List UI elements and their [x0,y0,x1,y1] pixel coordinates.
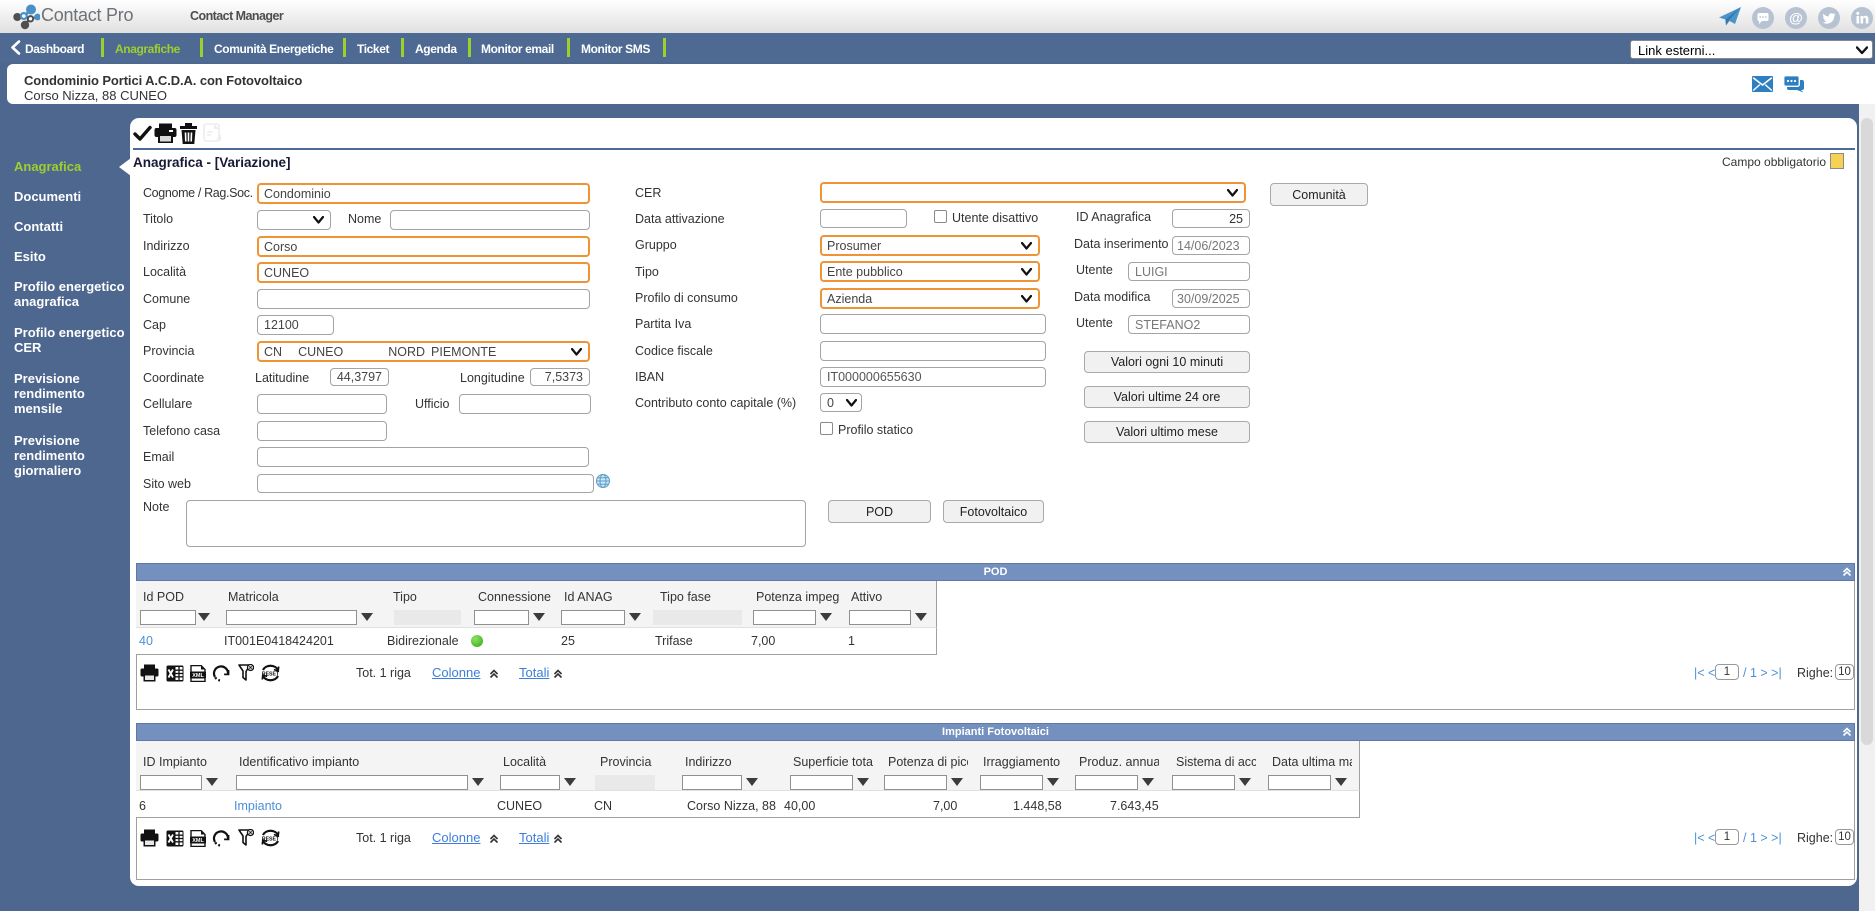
svg-text:@: @ [1789,10,1803,26]
